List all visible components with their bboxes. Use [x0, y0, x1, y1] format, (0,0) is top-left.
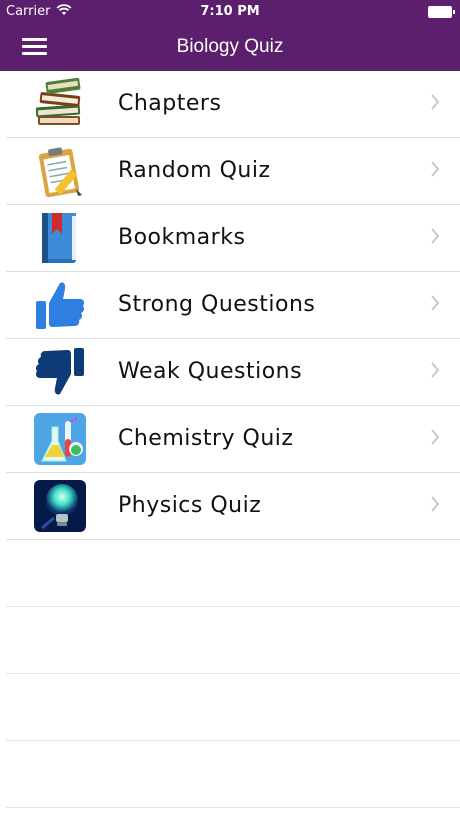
empty-row: [6, 741, 460, 808]
thumbs-up-icon: [32, 277, 88, 333]
list-item-label: Strong Questions: [118, 292, 316, 317]
bookmark-book-icon: [32, 210, 88, 266]
thumbs-down-icon: [32, 344, 88, 400]
glowing-bulb-icon: [32, 478, 88, 534]
list-item-physics-quiz[interactable]: Physics Quiz: [6, 473, 460, 540]
empty-row: [6, 674, 460, 741]
list-item-chapters[interactable]: Chapters: [6, 71, 460, 138]
page-title: Biology Quiz: [176, 36, 284, 57]
list-item-label: Physics Quiz: [118, 493, 262, 518]
list-item-label: Weak Questions: [118, 359, 303, 384]
list-item-label: Random Quiz: [118, 158, 271, 183]
list-item-label: Chemistry Quiz: [118, 426, 294, 451]
list-item-weak-questions[interactable]: Weak Questions: [6, 339, 460, 406]
menu-list: Chapters Random Quiz Bookmarks Strong Qu…: [0, 71, 460, 808]
list-item-label: Chapters: [118, 91, 222, 116]
list-item-strong-questions[interactable]: Strong Questions: [6, 272, 460, 339]
battery-icon: [428, 6, 455, 18]
chevron-right-icon: [431, 161, 440, 177]
list-item-chemistry-quiz[interactable]: Chemistry Quiz: [6, 406, 460, 473]
list-item-bookmarks[interactable]: Bookmarks: [6, 205, 460, 272]
lab-flasks-icon: [32, 411, 88, 467]
empty-row: [6, 607, 460, 674]
list-item-label: Bookmarks: [118, 225, 246, 250]
clock: 7:10 PM: [200, 4, 260, 19]
list-item-random-quiz[interactable]: Random Quiz: [6, 138, 460, 205]
chevron-right-icon: [431, 295, 440, 311]
clipboard-pencil-icon: [32, 143, 88, 199]
navigation-bar: Biology Quiz: [0, 24, 460, 71]
chevron-right-icon: [431, 228, 440, 244]
chevron-right-icon: [431, 362, 440, 378]
books-icon: [32, 76, 88, 132]
chevron-right-icon: [431, 496, 440, 512]
empty-row: [6, 540, 460, 607]
chevron-right-icon: [431, 94, 440, 110]
status-bar: Carrier 7:10 PM: [0, 0, 460, 24]
chevron-right-icon: [431, 429, 440, 445]
